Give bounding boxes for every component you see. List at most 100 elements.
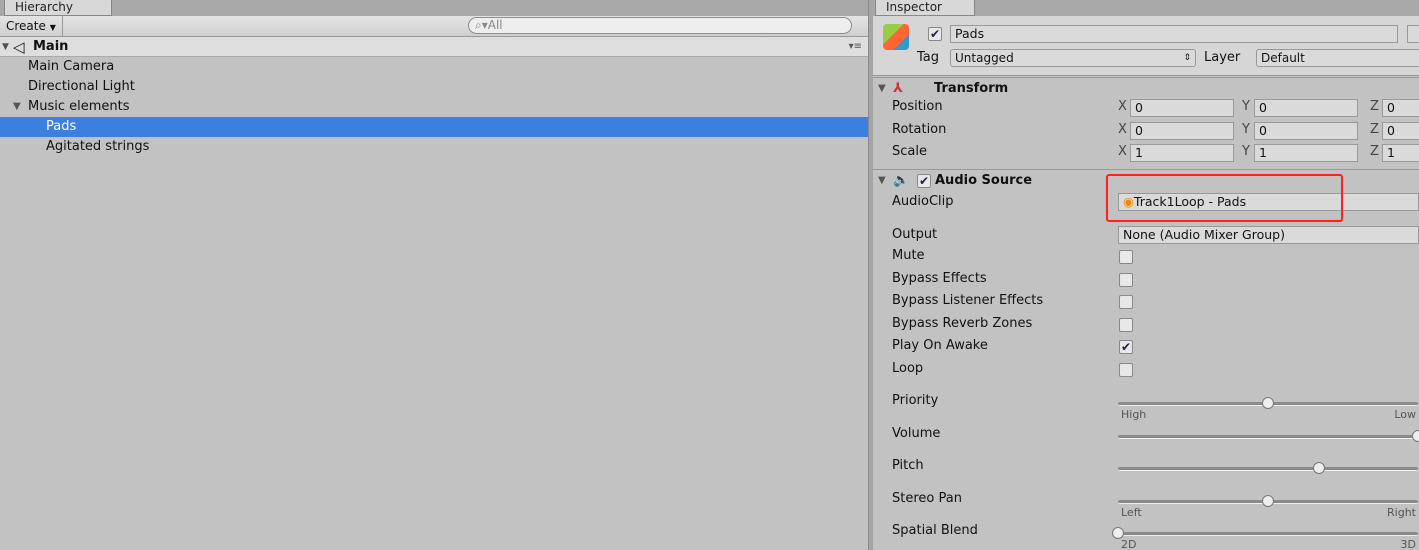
slider-label: Pitch (892, 458, 924, 473)
hierarchy-content: Create ▼ ⌕▾All ▼ ◁ Main ▾≡ Main Camera D… (0, 10, 868, 550)
slider-max-label: Right (1387, 506, 1416, 519)
expand-arrow-icon[interactable]: ▼ (878, 78, 886, 100)
transform-z-input[interactable]: 0 (1382, 99, 1419, 117)
slider-track[interactable] (1112, 527, 1418, 539)
transform-z-input[interactable]: 0 (1382, 122, 1419, 140)
layer-label: Layer (1204, 50, 1241, 65)
slider-min-label: Left (1121, 506, 1142, 519)
gameobject-cube-icon (883, 24, 909, 50)
highlight-box (1106, 174, 1343, 222)
slider-knob[interactable] (1262, 397, 1274, 409)
inspector-content: ✔ Pads Tag Untagged ⇕ Layer Default ▼ ⅄ T… (873, 10, 1419, 550)
slider-label: Priority (892, 393, 939, 408)
search-icon: ⌕▾ (475, 18, 488, 32)
item-label: Directional Light (28, 79, 135, 94)
transform-z-input[interactable]: 1 (1382, 144, 1419, 162)
toggle-checkbox[interactable] (1119, 295, 1133, 309)
transform-title: Transform (934, 81, 1009, 96)
toggle-label: Bypass Reverb Zones (892, 316, 1033, 331)
slider-min-label: 2D (1121, 538, 1137, 550)
toggle-label: Bypass Listener Effects (892, 293, 1044, 308)
item-label: Main Camera (28, 59, 115, 74)
hierarchy-item-selected[interactable]: Pads (0, 117, 868, 137)
layer-dropdown[interactable]: Default (1256, 49, 1419, 67)
static-checkbox[interactable] (1407, 25, 1419, 43)
create-label: Create (6, 19, 46, 33)
tag-value: Untagged (955, 51, 1014, 65)
transform-rotation-label: Rotation (892, 122, 947, 137)
slider-knob[interactable] (1412, 430, 1419, 442)
toggle-checkbox[interactable] (1119, 363, 1133, 377)
object-header: ✔ Pads Tag Untagged ⇕ Layer Default (873, 16, 1419, 76)
active-checkbox[interactable]: ✔ (928, 27, 942, 41)
transform-axes-icon: ⅄ (893, 81, 903, 96)
toggle-checkbox[interactable] (1119, 250, 1133, 264)
axis-y-label: Y (1242, 99, 1250, 114)
axis-z-label: Z (1370, 99, 1379, 114)
toggle-label: Play On Awake (892, 338, 988, 353)
toggle-checkbox[interactable]: ✔ (1119, 340, 1133, 354)
transform-header[interactable]: ▼ ⅄ Transform (873, 77, 1419, 99)
slider-track[interactable] (1118, 397, 1418, 409)
audioclip-label: AudioClip (892, 194, 954, 209)
tag-label: Tag (917, 50, 940, 65)
slider-label: Volume (892, 426, 941, 441)
output-label: Output (892, 227, 938, 242)
slider-track[interactable] (1118, 495, 1418, 507)
slider-label: Spatial Blend (892, 523, 978, 538)
transform-position-label: Position (892, 99, 943, 114)
object-name-input[interactable]: Pads (950, 25, 1398, 43)
transform-y-input[interactable]: 0 (1254, 99, 1358, 117)
scene-menu-icon[interactable]: ▾≡ (849, 37, 862, 57)
item-label: Pads (46, 119, 77, 134)
inspector-panel: Inspector ✔ Pads Tag Untagged ⇕ Layer Def… (873, 0, 1419, 550)
item-label: Music elements (28, 99, 130, 114)
toggle-label: Loop (892, 361, 924, 376)
hierarchy-item[interactable]: ▼ Music elements (0, 97, 868, 117)
axis-y-label: Y (1242, 144, 1250, 159)
axis-y-label: Y (1242, 122, 1250, 137)
toggle-checkbox[interactable] (1119, 273, 1133, 287)
tab-hierarchy[interactable]: Hierarchy (4, 0, 112, 16)
item-label: Agitated strings (46, 139, 150, 154)
hierarchy-item[interactable]: Agitated strings (0, 137, 868, 157)
axis-z-label: Z (1370, 144, 1379, 159)
slider-max-label: 3D (1400, 538, 1416, 550)
expand-arrow-icon[interactable]: ▼ (2, 37, 9, 57)
speaker-icon: 🔈 (893, 173, 910, 188)
audio-source-enabled-checkbox[interactable]: ✔ (917, 174, 931, 188)
hierarchy-item[interactable]: Main Camera (0, 57, 868, 77)
dropdown-arrows-icon: ⇕ (1183, 53, 1191, 63)
search-placeholder: All (487, 18, 503, 32)
toggle-label: Mute (892, 248, 925, 263)
output-field[interactable]: None (Audio Mixer Group) (1118, 226, 1419, 244)
tag-dropdown[interactable]: Untagged ⇕ (950, 49, 1196, 67)
toggle-label: Bypass Effects (892, 271, 987, 286)
transform-x-input[interactable]: 0 (1130, 99, 1234, 117)
hierarchy-panel: Hierarchy Create ▼ ⌕▾All ▼ ◁ Main ▾≡ Mai… (0, 0, 868, 550)
slider-min-label: High (1121, 408, 1147, 421)
hierarchy-item[interactable]: Directional Light (0, 77, 868, 97)
transform-y-input[interactable]: 1 (1254, 144, 1358, 162)
slider-knob[interactable] (1313, 462, 1325, 474)
transform-x-input[interactable]: 0 (1130, 122, 1234, 140)
slider-label: Stereo Pan (892, 491, 962, 506)
slider-knob[interactable] (1262, 495, 1274, 507)
axis-x-label: X (1118, 99, 1127, 114)
slider-track[interactable] (1118, 462, 1418, 474)
create-button[interactable]: Create ▼ (0, 16, 63, 36)
slider-track[interactable] (1118, 430, 1419, 442)
unity-logo-icon: ◁ (13, 38, 25, 56)
tab-inspector[interactable]: Inspector (875, 0, 975, 16)
slider-max-label: Low (1394, 408, 1416, 421)
toggle-checkbox[interactable] (1119, 318, 1133, 332)
transform-scale-label: Scale (892, 144, 927, 159)
transform-y-input[interactable]: 0 (1254, 122, 1358, 140)
search-input[interactable]: ⌕▾All (468, 17, 852, 34)
hierarchy-toolbar: Create ▼ ⌕▾All (0, 16, 868, 37)
transform-x-input[interactable]: 1 (1130, 144, 1234, 162)
scene-header[interactable]: ▼ ◁ Main ▾≡ (0, 37, 868, 57)
expand-arrow-icon[interactable]: ▼ (13, 97, 21, 117)
axis-x-label: X (1118, 122, 1127, 137)
expand-arrow-icon[interactable]: ▼ (878, 170, 886, 192)
